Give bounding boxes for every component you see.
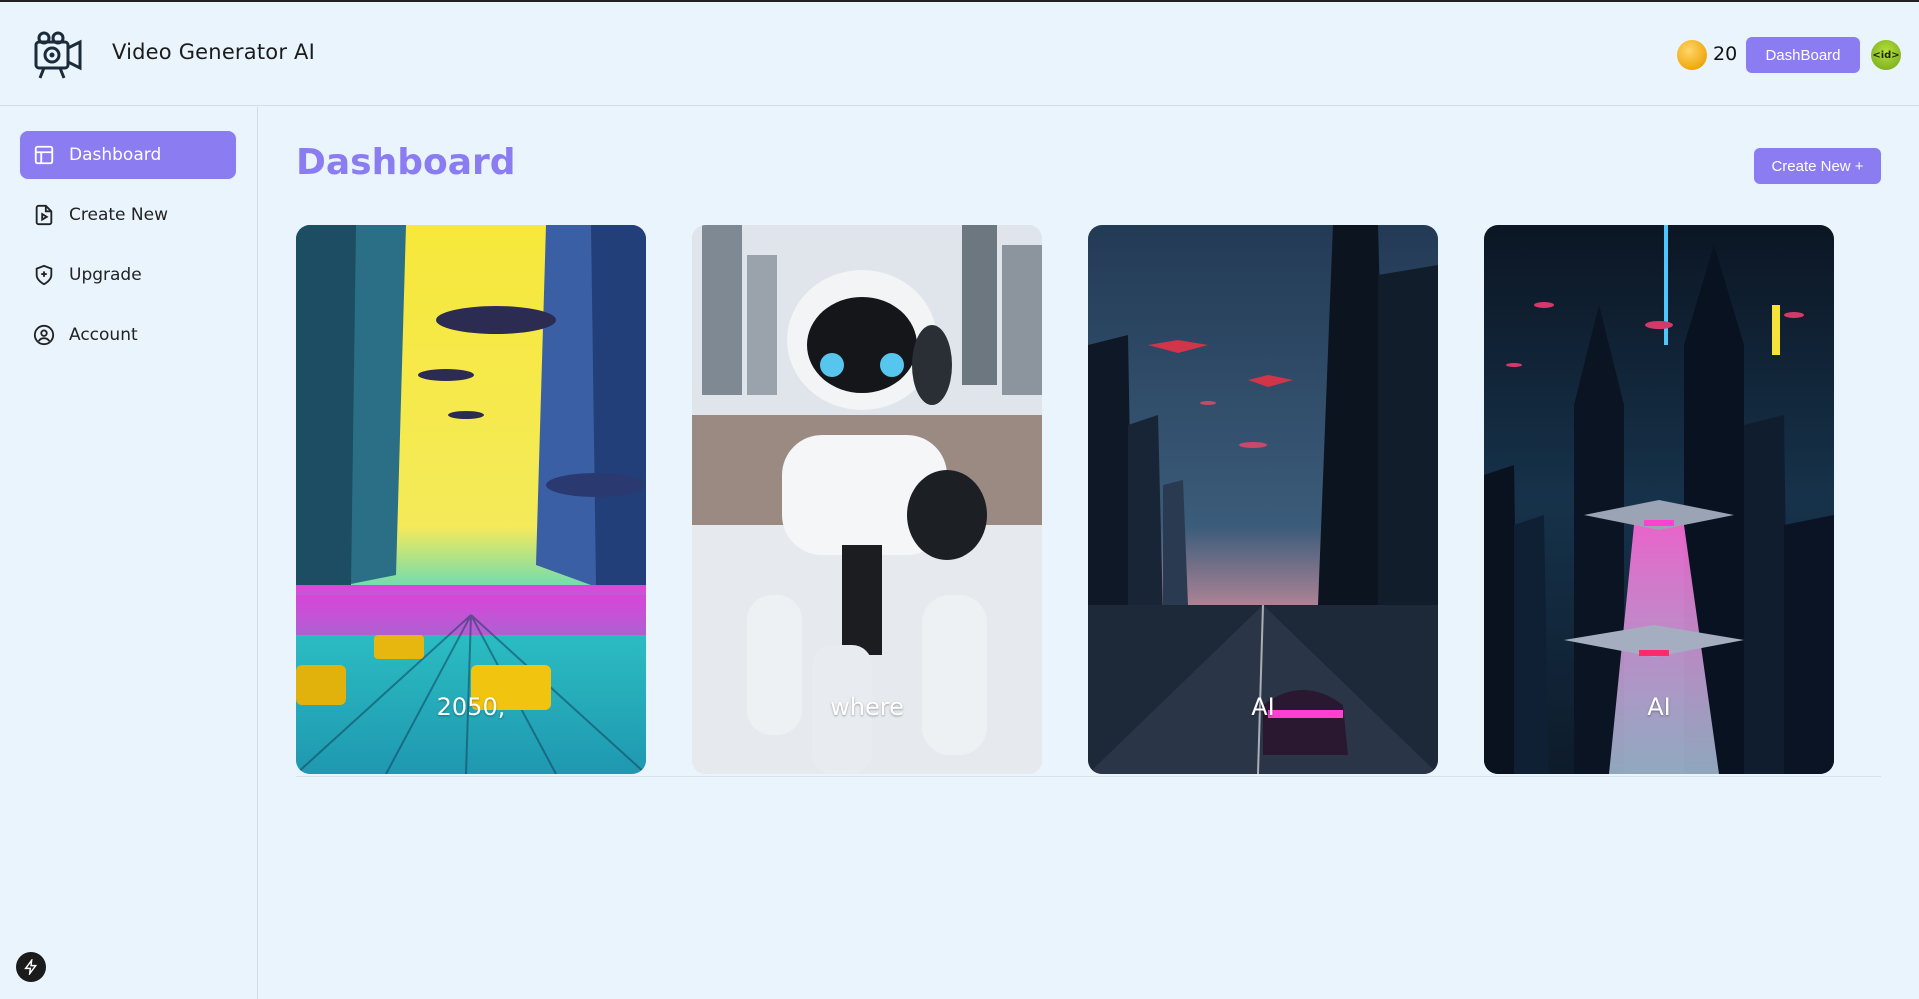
- sidebar-item-label: Upgrade: [69, 265, 142, 285]
- create-new-button[interactable]: Create New +: [1754, 148, 1881, 184]
- sidebar: Dashboard Create New Upgrade Account: [0, 107, 258, 999]
- video-card[interactable]: where: [692, 225, 1042, 774]
- credit-count: 20: [1713, 43, 1738, 65]
- user-circle-icon: [33, 324, 55, 346]
- file-video-icon: [35, 204, 53, 226]
- sidebar-item-create-new[interactable]: Create New: [20, 191, 236, 239]
- sidebar-item-dashboard[interactable]: Dashboard: [20, 131, 236, 179]
- avatar[interactable]: <id>: [1871, 40, 1901, 70]
- sidebar-item-label: Create New: [69, 205, 168, 225]
- video-thumbnail: [1484, 225, 1834, 774]
- video-camera-logo-icon[interactable]: [32, 30, 86, 80]
- sidebar-item-label: Dashboard: [69, 145, 162, 165]
- video-caption: where: [830, 693, 904, 721]
- video-caption: AI: [1647, 693, 1671, 721]
- sidebar-item-account[interactable]: Account: [20, 311, 236, 359]
- video-thumbnail: [692, 225, 1042, 774]
- video-caption: 2050,: [436, 693, 506, 721]
- video-caption: AI: [1251, 693, 1275, 721]
- divider: [296, 776, 1881, 777]
- shield-plus-icon: [35, 264, 53, 286]
- top-bar: Video Generator AI 20 DashBoard <id>: [0, 0, 1919, 106]
- dashboard-button[interactable]: DashBoard: [1746, 37, 1860, 73]
- app-title: Video Generator AI: [112, 40, 315, 64]
- video-card[interactable]: 2050,: [296, 225, 646, 774]
- layout-icon: [34, 145, 54, 165]
- bolt-icon[interactable]: [16, 952, 46, 982]
- sidebar-item-label: Account: [69, 325, 138, 345]
- video-card[interactable]: AI: [1088, 225, 1438, 774]
- page-title: Dashboard: [296, 142, 516, 183]
- sidebar-item-upgrade[interactable]: Upgrade: [20, 251, 236, 299]
- video-thumbnail: [1088, 225, 1438, 774]
- video-card[interactable]: AI: [1484, 225, 1834, 774]
- video-thumbnail: [296, 225, 646, 774]
- coin-icon: [1677, 40, 1707, 70]
